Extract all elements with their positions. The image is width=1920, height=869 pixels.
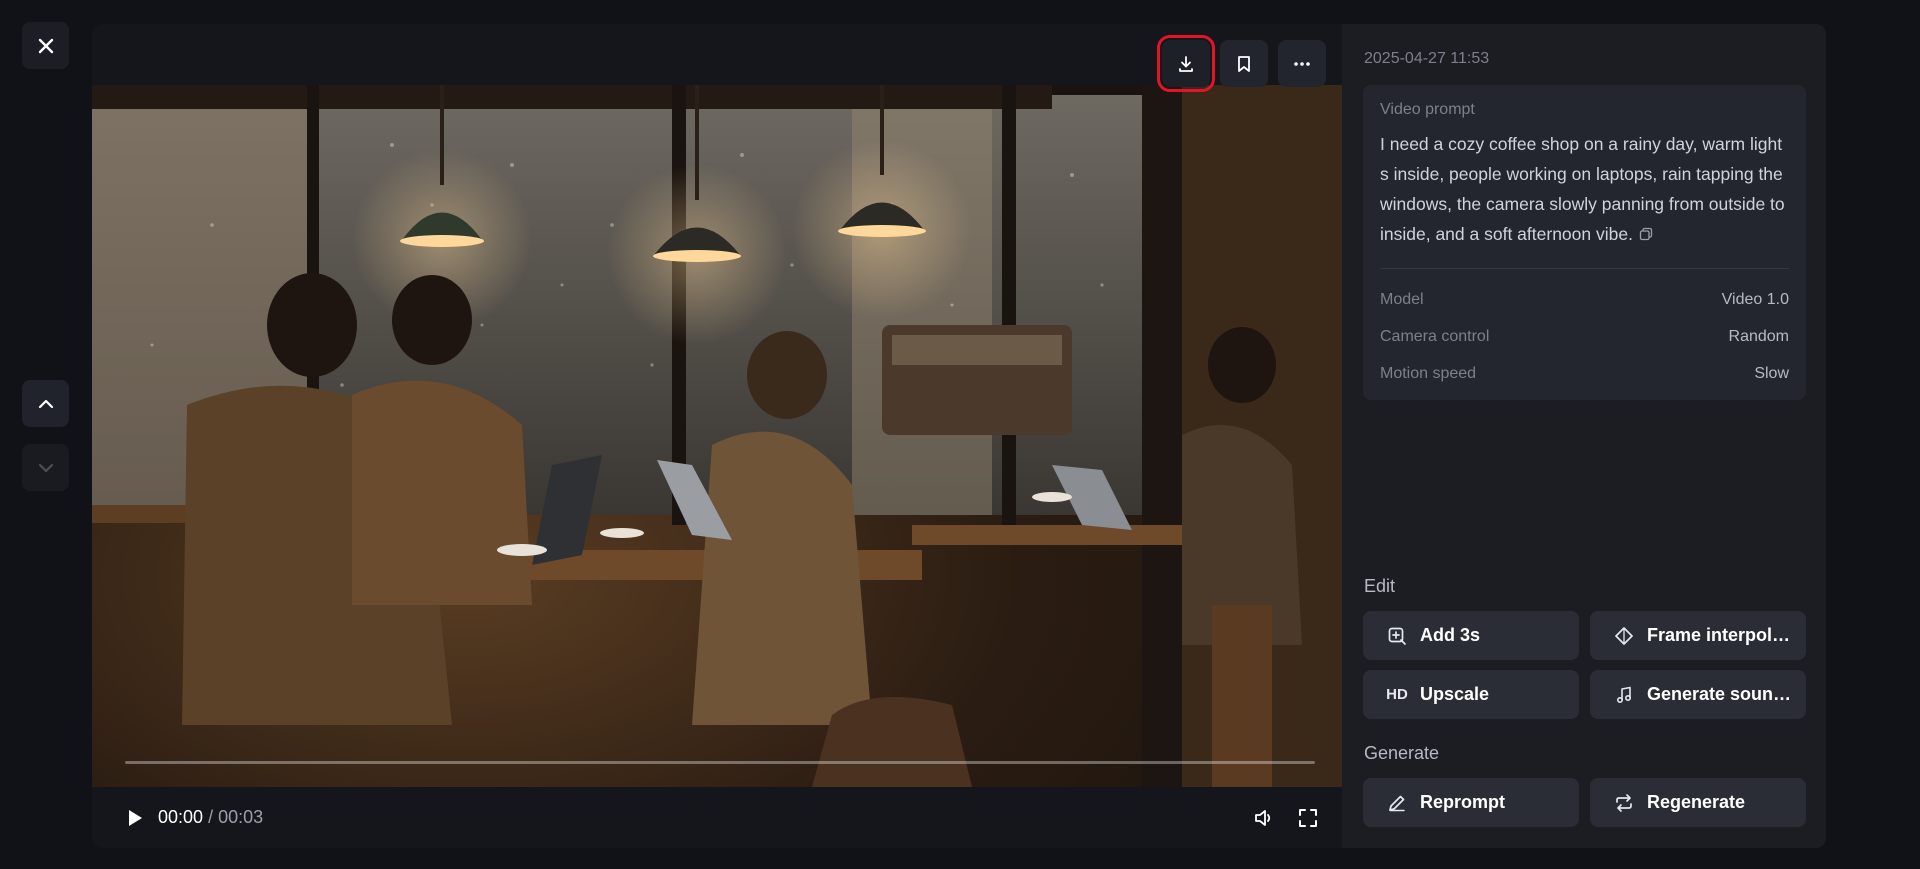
upscale-button[interactable]: HD Upscale: [1363, 670, 1579, 719]
download-icon: [1179, 55, 1193, 72]
creation-timestamp: 2025-04-27 11:53: [1364, 50, 1490, 67]
property-key: Motion speed: [1380, 364, 1477, 382]
bookmark-icon: [1238, 55, 1250, 72]
pencil-icon: [1385, 791, 1409, 815]
play-icon: [129, 809, 142, 826]
property-value: Slow: [1754, 364, 1789, 382]
coffee-shop-scene-illustration: [92, 85, 1342, 787]
generate-sound-button[interactable]: Generate sound effects: [1590, 670, 1806, 719]
add-3s-button[interactable]: Add 3s: [1363, 611, 1579, 660]
music-note-icon: [1612, 683, 1636, 707]
generate-section-title: Generate: [1364, 743, 1440, 763]
current-time: 00:00: [158, 807, 204, 827]
prompt-text-content: I need a cozy coffee shop on a rainy day…: [1380, 134, 1785, 244]
reprompt-label: Reprompt: [1420, 792, 1505, 812]
details-panel: 2025-04-27 11:53 Video prompt I need a c…: [1342, 24, 1826, 848]
property-model: Model Video 1.0: [1380, 281, 1789, 318]
time-display: 00:00 / 00:03: [158, 807, 263, 828]
prompt-label: Video prompt: [1380, 101, 1475, 118]
repeat-icon: [1612, 791, 1636, 815]
video-progress-bar[interactable]: [125, 761, 1315, 764]
add-time-icon: [1385, 624, 1409, 648]
generate-sound-label: Generate sound effects: [1647, 684, 1797, 704]
fullscreen-button[interactable]: [1296, 806, 1320, 830]
close-icon: [38, 38, 53, 53]
fullscreen-icon: [1299, 808, 1317, 827]
close-button[interactable]: [22, 22, 69, 69]
frame-interpolation-label: Frame interpolation: [1647, 625, 1797, 645]
edit-section-title: Edit: [1364, 576, 1396, 596]
volume-button[interactable]: [1252, 806, 1276, 830]
player-controls: 00:00 / 00:03: [92, 787, 1342, 848]
previous-item-button[interactable]: [22, 380, 69, 427]
regenerate-label: Regenerate: [1647, 792, 1746, 812]
time-separator: /: [208, 807, 214, 827]
reprompt-button[interactable]: Reprompt: [1363, 778, 1579, 827]
property-value: Random: [1728, 327, 1789, 345]
bookmark-button[interactable]: [1220, 40, 1268, 87]
download-button[interactable]: [1157, 35, 1215, 92]
property-motion-speed: Motion speed Slow: [1380, 355, 1789, 392]
copy-icon[interactable]: [1639, 220, 1653, 250]
frame-interpolation-button[interactable]: Frame interpolation: [1590, 611, 1806, 660]
more-horizontal-icon: [1294, 61, 1310, 66]
prompt-card: Video prompt I need a cozy coffee shop o…: [1363, 85, 1806, 400]
frame-interpolation-icon: [1612, 624, 1636, 648]
next-item-button[interactable]: [22, 444, 69, 491]
divider: [1380, 268, 1789, 270]
more-options-button[interactable]: [1278, 40, 1326, 87]
property-key: Camera control: [1380, 327, 1490, 345]
chevron-up-icon: [38, 399, 53, 408]
upscale-label: Upscale: [1420, 684, 1490, 704]
property-camera-control: Camera control Random: [1380, 318, 1789, 355]
property-value: Video 1.0: [1721, 290, 1789, 308]
prompt-text: I need a cozy coffee shop on a rainy day…: [1380, 129, 1789, 250]
property-key: Model: [1380, 290, 1424, 308]
add-3s-label: Add 3s: [1420, 625, 1481, 645]
regenerate-button[interactable]: Regenerate: [1590, 778, 1806, 827]
video-frame[interactable]: [92, 85, 1342, 787]
video-viewer: 00:00 / 00:03: [92, 24, 1342, 848]
duration: 00:03: [218, 807, 264, 827]
volume-icon: [1255, 809, 1271, 826]
hd-icon: HD: [1386, 686, 1408, 703]
chevron-down-icon: [38, 463, 53, 472]
play-button[interactable]: [124, 807, 146, 829]
